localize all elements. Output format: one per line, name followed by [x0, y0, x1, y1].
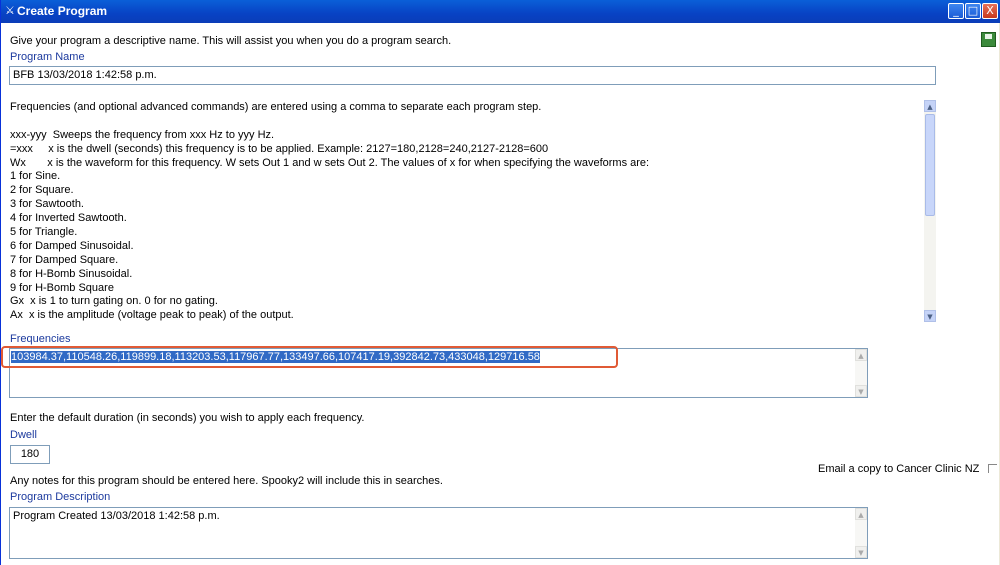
scroll-down-arrow-icon[interactable]: ▼: [855, 546, 867, 558]
scroll-up-arrow-icon[interactable]: ▲: [855, 508, 867, 520]
help-line: Gx x is 1 to turn gating on. 0 for no ga…: [10, 295, 218, 308]
scroll-up-arrow-icon[interactable]: ▲: [855, 349, 867, 361]
minimize-button[interactable]: _: [948, 3, 964, 19]
dwell-label: Dwell: [10, 429, 37, 441]
help-line: 5 for Triangle.: [10, 226, 78, 239]
notes-hint-text: Any notes for this program should be ent…: [10, 475, 443, 487]
scroll-up-arrow-icon[interactable]: ▲: [924, 100, 936, 112]
save-icon[interactable]: [981, 32, 996, 47]
description-scrollbar[interactable]: ▲ ▼: [855, 508, 867, 558]
help-line: 9 for H-Bomb Square: [10, 281, 114, 294]
help-line: 6 for Damped Sinusoidal.: [10, 239, 134, 252]
dwell-input[interactable]: 180: [10, 445, 50, 464]
scroll-down-arrow-icon[interactable]: ▼: [924, 310, 936, 322]
email-copy-checkbox[interactable]: [988, 464, 997, 473]
program-name-input[interactable]: BFB 13/03/2018 1:42:58 p.m.: [9, 66, 936, 85]
help-line: Frequencies (and optional advanced comma…: [10, 101, 542, 113]
help-line: 2 for Square.: [10, 184, 74, 197]
help-line: 7 for Damped Square.: [10, 253, 119, 266]
help-line: Wx x is the waveform for this frequency.…: [10, 156, 650, 169]
help-line: 8 for H-Bomb Sinusoidal.: [10, 267, 133, 280]
program-description-label: Program Description: [10, 491, 111, 503]
create-program-window: ⚔ Create Program _ □ X Give your program…: [0, 0, 1000, 565]
app-icon: ⚔: [5, 4, 15, 17]
help-line: 4 for Inverted Sawtooth.: [10, 212, 127, 225]
frequencies-scrollbar[interactable]: ▲ ▼: [855, 349, 867, 397]
maximize-button[interactable]: □: [965, 3, 981, 19]
form-area: Give your program a descriptive name. Th…: [1, 23, 999, 565]
dwell-hint-text: Enter the default duration (in seconds) …: [10, 412, 365, 424]
help-line: 1 for Sine.: [10, 170, 61, 183]
help-line: [10, 115, 915, 129]
help-text-box: Frequencies (and optional advanced comma…: [2, 98, 937, 323]
scroll-down-arrow-icon[interactable]: ▼: [855, 385, 867, 397]
help-line: =xxx x is the dwell (seconds) this frequ…: [10, 142, 549, 155]
annotation-highlight-box: [1, 346, 618, 368]
scroll-thumb[interactable]: [925, 114, 935, 216]
frequencies-label: Frequencies: [10, 333, 71, 345]
help-line: 3 for Sawtooth.: [10, 198, 84, 211]
help-line: xxx-yyy Sweeps the frequency from xxx Hz…: [10, 128, 275, 141]
title-bar[interactable]: ⚔ Create Program _ □ X: [1, 0, 1000, 23]
help-scrollbar[interactable]: ▲ ▼: [924, 100, 936, 322]
close-button[interactable]: X: [982, 3, 998, 19]
help-text: Frequencies (and optional advanced comma…: [10, 101, 915, 323]
help-line: Ax x is the amplitude (voltage peak to p…: [10, 309, 294, 322]
window-title: Create Program: [17, 4, 108, 18]
program-name-label: Program Name: [10, 51, 85, 63]
email-copy-label[interactable]: Email a copy to Cancer Clinic NZ: [818, 463, 979, 475]
program-description-input[interactable]: Program Created 13/03/2018 1:42:58 p.m.: [9, 507, 868, 559]
intro-text: Give your program a descriptive name. Th…: [10, 35, 452, 47]
